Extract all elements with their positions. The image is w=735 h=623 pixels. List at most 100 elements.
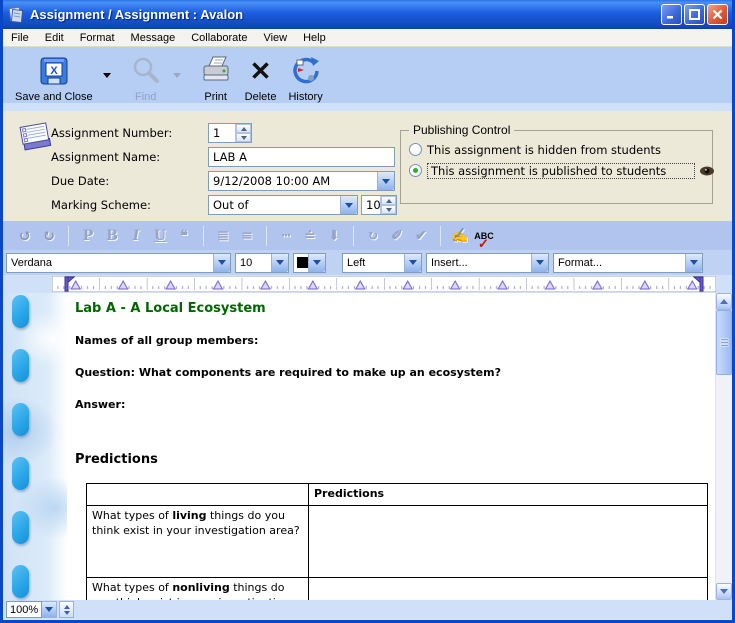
dotted-rule-icon[interactable]: ┅ <box>276 228 296 244</box>
assignment-number-value: 1 <box>209 126 235 140</box>
living-answer-cell[interactable] <box>309 506 708 578</box>
hidden-radio[interactable] <box>409 143 422 156</box>
scrollbar-track[interactable] <box>716 310 732 583</box>
thumb-grip <box>721 339 728 340</box>
font-size-combo[interactable]: 10 <box>235 253 289 273</box>
font-family-dropdown-icon[interactable] <box>213 254 230 272</box>
save-and-close-button[interactable]: X Save and Close <box>11 51 97 105</box>
underline-icon[interactable]: U <box>150 228 170 244</box>
menu-format[interactable]: Format <box>72 29 123 46</box>
signature-icon[interactable]: ✍ <box>450 228 470 244</box>
find-button[interactable]: Find <box>125 51 167 105</box>
assignment-form: Assignment Number: 1 Assignment Name: LA… <box>3 111 732 221</box>
zoom-control[interactable]: 100% <box>6 601 74 618</box>
due-date-combo[interactable]: 9/12/2008 10:00 AM <box>208 171 395 191</box>
menu-message[interactable]: Message <box>123 29 184 46</box>
minimize-button[interactable] <box>661 4 682 25</box>
zoom-spin-down-icon <box>64 611 70 615</box>
status-bar: 100% <box>3 600 732 619</box>
italic-icon[interactable]: I <box>126 228 146 244</box>
assignment-number-spinner[interactable]: 1 <box>208 123 252 143</box>
out-of-spin-up-icon[interactable] <box>381 196 396 205</box>
nonliving-answer-cell[interactable] <box>309 578 708 601</box>
insert-dropdown-icon[interactable] <box>531 254 548 272</box>
hidden-option-row[interactable]: This assignment is hidden from students <box>409 141 661 158</box>
binding-capsule <box>12 403 29 436</box>
quote-icon[interactable]: ❝ <box>174 228 194 244</box>
number-spin-up-icon[interactable] <box>236 124 251 133</box>
bold-icon[interactable]: B <box>102 228 122 244</box>
history-label: History <box>288 91 322 103</box>
scroll-down-button[interactable] <box>716 583 732 600</box>
assignment-name-input[interactable]: LAB A <box>208 147 395 167</box>
binding-capsule <box>12 565 29 598</box>
alignment-dropdown-icon[interactable] <box>404 254 421 272</box>
print-button[interactable]: Print <box>195 51 237 105</box>
document-heading: Lab A - A Local Ecosystem <box>75 301 715 316</box>
table-row: What types of living things do you think… <box>87 506 708 578</box>
predictions-header-cell: Predictions <box>309 484 708 506</box>
number-spin-down-icon[interactable] <box>236 133 251 142</box>
scrollbar-thumb[interactable] <box>716 310 732 375</box>
save-icon: X <box>37 53 71 89</box>
find-dropdown-arrow-icon <box>173 73 181 78</box>
maximize-button[interactable] <box>684 4 705 25</box>
format-combo[interactable]: Format... <box>553 253 703 273</box>
insert-value: Insert... <box>427 257 531 269</box>
publishing-control-legend: Publishing Control <box>409 123 514 137</box>
spellcheck-icon[interactable]: ABC✓ <box>474 231 494 241</box>
font-color-dropdown-icon[interactable] <box>308 254 325 272</box>
ruler[interactable] <box>3 275 732 293</box>
horizontal-rule-icon[interactable]: ≐ <box>300 228 320 244</box>
window-title: Assignment / Assignment : Avalon <box>30 7 659 22</box>
document-editor[interactable]: Lab A - A Local Ecosystem Names of all g… <box>67 293 715 600</box>
redo-icon[interactable]: ↻ <box>39 226 59 245</box>
menu-help[interactable]: Help <box>295 29 334 46</box>
accept-icon[interactable]: ✔ <box>411 228 431 244</box>
bullet-list-icon[interactable]: ≡ <box>237 228 257 244</box>
font-family-combo[interactable]: Verdana <box>6 253 231 273</box>
chevron-up-icon <box>720 299 728 304</box>
application-window: Assignment / Assignment : Avalon File Ed… <box>0 0 735 623</box>
published-radio[interactable] <box>409 164 422 177</box>
menu-edit[interactable]: Edit <box>37 29 72 46</box>
paragraph-icon[interactable]: P <box>78 228 98 244</box>
menu-view[interactable]: View <box>255 29 295 46</box>
due-date-label: Due Date: <box>51 174 109 188</box>
answer-paragraph: Answer: <box>75 398 715 412</box>
out-of-spin-down-icon[interactable] <box>381 205 396 214</box>
published-option-row[interactable]: This assignment is published to students <box>409 162 715 179</box>
nonliving-question-cell: What types of nonliving things do you th… <box>87 578 309 601</box>
due-date-dropdown-icon[interactable] <box>377 172 394 190</box>
spellcheck-check-icon: ✓ <box>478 236 489 252</box>
insert-arrow-icon[interactable]: ⬇ <box>324 228 344 244</box>
out-of-spinner[interactable]: 10 <box>361 195 397 215</box>
question-bold-word: living <box>172 509 206 522</box>
publishing-control-group: Publishing Control This assignment is hi… <box>400 130 713 204</box>
alignment-combo[interactable]: Left <box>342 253 422 273</box>
zoom-dropdown-icon[interactable] <box>42 601 57 618</box>
menu-collaborate[interactable]: Collaborate <box>183 29 255 46</box>
undo-icon[interactable]: ↺ <box>15 226 35 245</box>
vertical-scrollbar[interactable] <box>715 293 732 600</box>
font-color-combo[interactable] <box>293 253 326 273</box>
menu-file[interactable]: File <box>3 29 37 46</box>
format-dropdown-icon[interactable] <box>685 254 702 272</box>
numbered-list-icon[interactable]: ≣ <box>213 228 233 244</box>
table-header-row: Predictions <box>87 484 708 506</box>
rotate-icon[interactable]: ↻ <box>363 228 383 244</box>
marking-scheme-dropdown-icon[interactable] <box>340 196 357 214</box>
zoom-spinner[interactable] <box>59 601 74 618</box>
close-button[interactable] <box>707 4 728 25</box>
predictions-table: Predictions What types of living things … <box>86 483 708 600</box>
history-button[interactable]: History <box>284 51 326 105</box>
living-question-cell: What types of living things do you think… <box>87 506 309 578</box>
font-size-dropdown-icon[interactable] <box>271 254 288 272</box>
insert-combo[interactable]: Insert... <box>426 253 549 273</box>
delete-button[interactable]: ✕ Delete <box>241 51 281 105</box>
pencil-icon[interactable]: ✐ <box>387 228 407 244</box>
question-text: What types of <box>92 581 172 594</box>
save-dropdown-arrow-icon[interactable] <box>103 73 111 78</box>
marking-scheme-combo[interactable]: Out of <box>208 195 358 215</box>
scroll-up-button[interactable] <box>716 293 732 310</box>
